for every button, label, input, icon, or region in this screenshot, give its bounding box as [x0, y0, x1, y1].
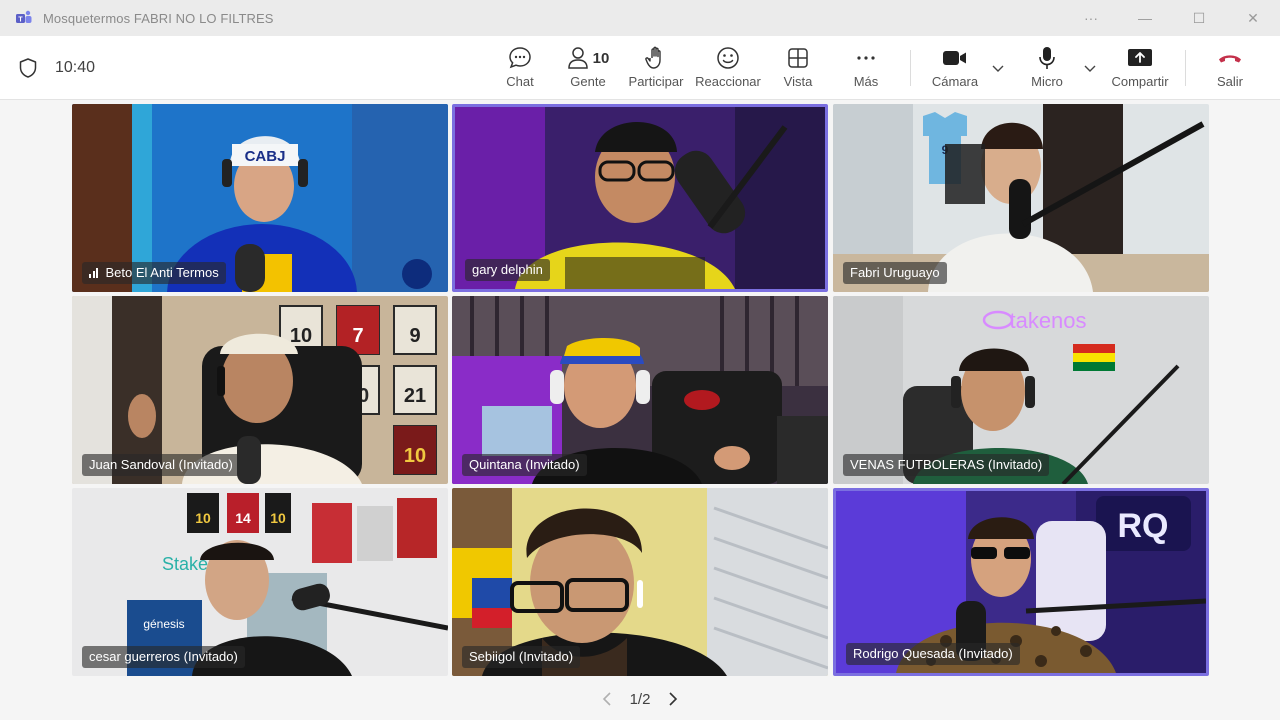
share-button[interactable]: Compartir	[1108, 44, 1172, 94]
signal-strength-icon	[89, 267, 100, 278]
participant-name-tag: cesar guerreros (Invitado)	[82, 646, 245, 668]
video-tile-active-speaker[interactable]: gary delphin	[452, 104, 828, 292]
page-indicator: 1/2	[629, 690, 651, 708]
raise-hand-label: Participar	[628, 74, 684, 89]
people-label: Gente	[570, 74, 606, 89]
frame-number: 14	[235, 510, 251, 526]
participant-name-tag: Rodrigo Quesada (Invitado)	[846, 643, 1020, 665]
meeting-timer: 10:40	[55, 59, 96, 76]
leave-button[interactable]: Salir	[1210, 44, 1250, 94]
video-tile[interactable]: 10 7 9 10 21 10 Juan Sandoval (Invitado)	[72, 296, 448, 484]
frame-number: 10	[290, 325, 312, 347]
takenos-neon-sign: takenos	[1009, 308, 1086, 333]
raise-hand-button[interactable]: Participar	[627, 44, 685, 94]
camera-label: Cámara	[931, 74, 979, 89]
frame-number: 21	[404, 385, 426, 407]
react-button[interactable]: Reaccionar	[694, 44, 762, 94]
frame-number: 10	[270, 510, 286, 526]
people-count: 10	[592, 49, 610, 67]
more-options-icon[interactable]: ···	[1064, 0, 1118, 36]
people-icon	[567, 47, 588, 69]
participant-name: gary delphin	[472, 262, 543, 277]
raise-hand-icon	[644, 44, 668, 72]
participant-name: Juan Sandoval (Invitado)	[89, 457, 233, 472]
video-tile[interactable]: CABJ Beto El Anti Termos	[72, 104, 448, 292]
participant-name-tag: Quintana (Invitado)	[462, 454, 587, 476]
frame-number: 9	[409, 325, 420, 347]
view-label: Vista	[783, 74, 813, 89]
people-button[interactable]: 10 Gente	[562, 44, 614, 94]
mic-label: Micro	[1031, 74, 1063, 89]
window-title: Mosquetermos FABRI NO LO FILTRES	[43, 10, 274, 26]
toolbar-divider-2	[1185, 50, 1186, 86]
chat-label: Chat	[506, 74, 534, 89]
next-page-icon[interactable]	[666, 691, 680, 707]
cap-logo-text: CABJ	[245, 148, 286, 165]
rq-logo-sign: RQ	[1118, 507, 1169, 545]
video-tile[interactable]: Sebiigol (Invitado)	[452, 488, 828, 676]
more-button[interactable]: Más	[848, 44, 884, 94]
title-bar: T Mosquetermos FABRI NO LO FILTRES ··· —…	[0, 0, 1280, 36]
meeting-toolbar: 10:40 Chat 10 Gente Participar Reacciona…	[0, 36, 1280, 100]
genesis-label: génesis	[143, 617, 184, 631]
frame-number: 10	[195, 510, 211, 526]
participant-name: Sebiigol (Invitado)	[469, 649, 574, 664]
video-tile[interactable]: 9 Fabri Uruguayo	[833, 104, 1209, 292]
svg-text:T: T	[18, 16, 23, 23]
close-window-button[interactable]: ✕	[1226, 0, 1280, 36]
more-dots-icon	[854, 44, 878, 72]
pagination: 1/2	[600, 686, 680, 712]
video-tile[interactable]: takenos VENAS FUTBOLERAS (Invitado)	[833, 296, 1209, 484]
participant-name: Fabri Uruguayo	[850, 265, 940, 280]
camera-options-chevron-icon[interactable]	[990, 60, 1006, 76]
participant-name: Beto El Anti Termos	[105, 265, 219, 280]
participant-name-tag: Juan Sandoval (Invitado)	[82, 454, 240, 476]
participant-name-tag: Beto El Anti Termos	[82, 262, 226, 284]
camera-icon	[941, 44, 969, 72]
toolbar-divider	[910, 50, 911, 86]
grid-view-icon	[786, 44, 810, 72]
participant-name-tag: Sebiigol (Invitado)	[462, 646, 581, 668]
window-controls: ··· — ☐ ✕	[1064, 0, 1280, 36]
frame-number: 10	[404, 445, 426, 467]
participant-name: Rodrigo Quesada (Invitado)	[853, 646, 1013, 661]
chat-icon	[507, 44, 533, 72]
view-button[interactable]: Vista	[778, 44, 818, 94]
more-label: Más	[853, 74, 879, 89]
participant-name-tag: gary delphin	[465, 259, 550, 281]
minimize-button[interactable]: —	[1118, 0, 1172, 36]
participant-name: VENAS FUTBOLERAS (Invitado)	[850, 457, 1043, 472]
video-tile-active-speaker[interactable]: RQ Rodrigo Quesada (Invitado)	[833, 488, 1209, 676]
react-label: Reaccionar	[695, 74, 761, 89]
smiley-icon	[715, 44, 741, 72]
mic-button[interactable]: Micro	[1026, 44, 1068, 94]
chat-button[interactable]: Chat	[500, 44, 540, 94]
previous-page-icon[interactable]	[600, 691, 614, 707]
shield-icon[interactable]	[17, 57, 39, 79]
frame-number: 7	[352, 325, 363, 347]
leave-label: Salir	[1216, 74, 1243, 89]
share-screen-icon	[1126, 44, 1154, 72]
share-label: Compartir	[1111, 74, 1169, 89]
participant-name-tag: Fabri Uruguayo	[843, 262, 947, 284]
microphone-icon	[1036, 44, 1058, 72]
camera-button[interactable]: Cámara	[928, 44, 982, 94]
video-tile[interactable]: 10 14 10 Stake génesis cesar guerreros (…	[72, 488, 448, 676]
video-tile[interactable]: Quintana (Invitado)	[452, 296, 828, 484]
participant-name: cesar guerreros (Invitado)	[89, 649, 238, 664]
mic-options-chevron-icon[interactable]	[1082, 60, 1098, 76]
hang-up-icon	[1216, 44, 1244, 72]
maximize-button[interactable]: ☐	[1172, 0, 1226, 36]
teams-app-icon: T	[16, 10, 32, 23]
participant-name-tag: VENAS FUTBOLERAS (Invitado)	[843, 454, 1050, 476]
participant-name: Quintana (Invitado)	[469, 457, 580, 472]
